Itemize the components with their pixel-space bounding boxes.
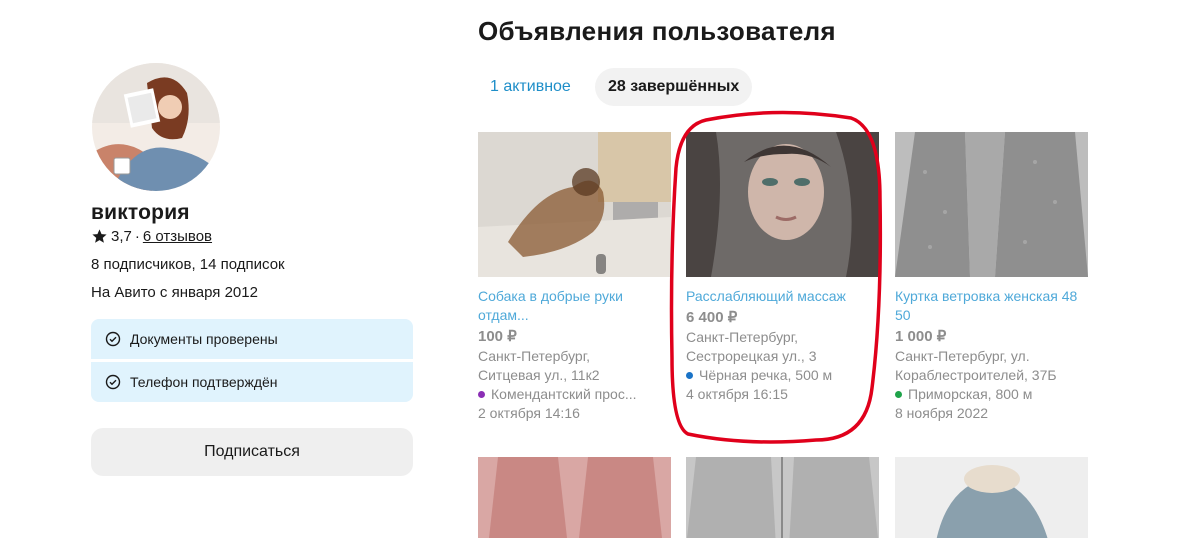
metro-label: Чёрная речка, 500 м [699,367,833,383]
listing-address: Кораблестроителей, 37Б [895,367,1057,383]
tab-active[interactable]: 1 активное [478,68,583,106]
subscribe-button[interactable]: Подписаться [91,428,413,476]
member-since: На Авито с января 2012 [91,284,258,301]
listing-title[interactable]: Куртка ветровка женская 48 50 [895,287,1088,325]
listing-photo[interactable] [895,132,1088,277]
check-circle-icon [105,331,121,347]
page-title: Объявления пользователя [478,16,836,46]
listing-price: 6 400 ₽ [686,309,738,326]
listing-metro: Комендантский прос... [478,385,671,404]
avatar[interactable] [92,63,220,191]
rating-separator: · [134,228,140,245]
verification-label: Документы проверены [130,331,278,347]
listing-photo[interactable] [686,457,879,538]
listing-address: Санкт-Петербург, [686,329,798,345]
listing-metro: Приморская, 800 м [895,385,1088,404]
listing-address: Санкт-Петербург, [478,348,590,364]
listing-address: Сестрорецкая ул., 3 [686,348,817,364]
listing-photo[interactable] [478,457,671,538]
metro-line-icon [686,372,693,379]
star-icon [92,229,107,243]
listing-title[interactable]: Расслабляющий массаж [686,287,879,306]
listing-title[interactable]: Собака в добрые руки отдам... [478,287,671,325]
listing-date: 2 октября 14:16 [478,405,580,421]
listing-address: Санкт-Петербург, ул. [895,348,1030,364]
metro-label: Приморская, 800 м [908,386,1033,402]
listing-photo[interactable] [478,132,671,277]
rating-value: 3,7 [111,228,132,245]
verification-documents: Документы проверены [91,319,413,359]
listing-card[interactable]: Куртка ветровка женская 48 50 1 000 ₽ Са… [895,132,1088,423]
metro-label: Комендантский прос... [491,386,637,402]
metro-line-icon [478,391,485,398]
metro-line-icon [895,391,902,398]
listing-address: Ситцевая ул., 11к2 [478,367,600,383]
verification-label: Телефон подтверждён [130,374,278,390]
listing-photo[interactable] [686,132,879,277]
verification-phone: Телефон подтверждён [91,362,413,402]
check-circle-icon [105,374,121,390]
user-name: виктория [91,201,190,224]
followers-count[interactable]: 8 подписчиков, 14 подписок [91,256,285,273]
listing-card[interactable]: Расслабляющий массаж 6 400 ₽ Санкт-Петер… [686,132,879,404]
listing-price: 100 ₽ [478,328,517,345]
listing-metro: Чёрная речка, 500 м [686,366,879,385]
listing-date: 8 ноября 2022 [895,405,989,421]
listing-price: 1 000 ₽ [895,328,947,345]
tab-completed[interactable]: 28 завершённых [595,68,753,106]
listing-card[interactable]: Собака в добрые руки отдам... 100 ₽ Санк… [478,132,671,423]
rating-row: 3,7 · 6 отзывов [91,228,212,245]
reviews-link[interactable]: 6 отзывов [143,228,212,245]
listing-date: 4 октября 16:15 [686,386,788,402]
listing-photo[interactable] [895,457,1088,538]
